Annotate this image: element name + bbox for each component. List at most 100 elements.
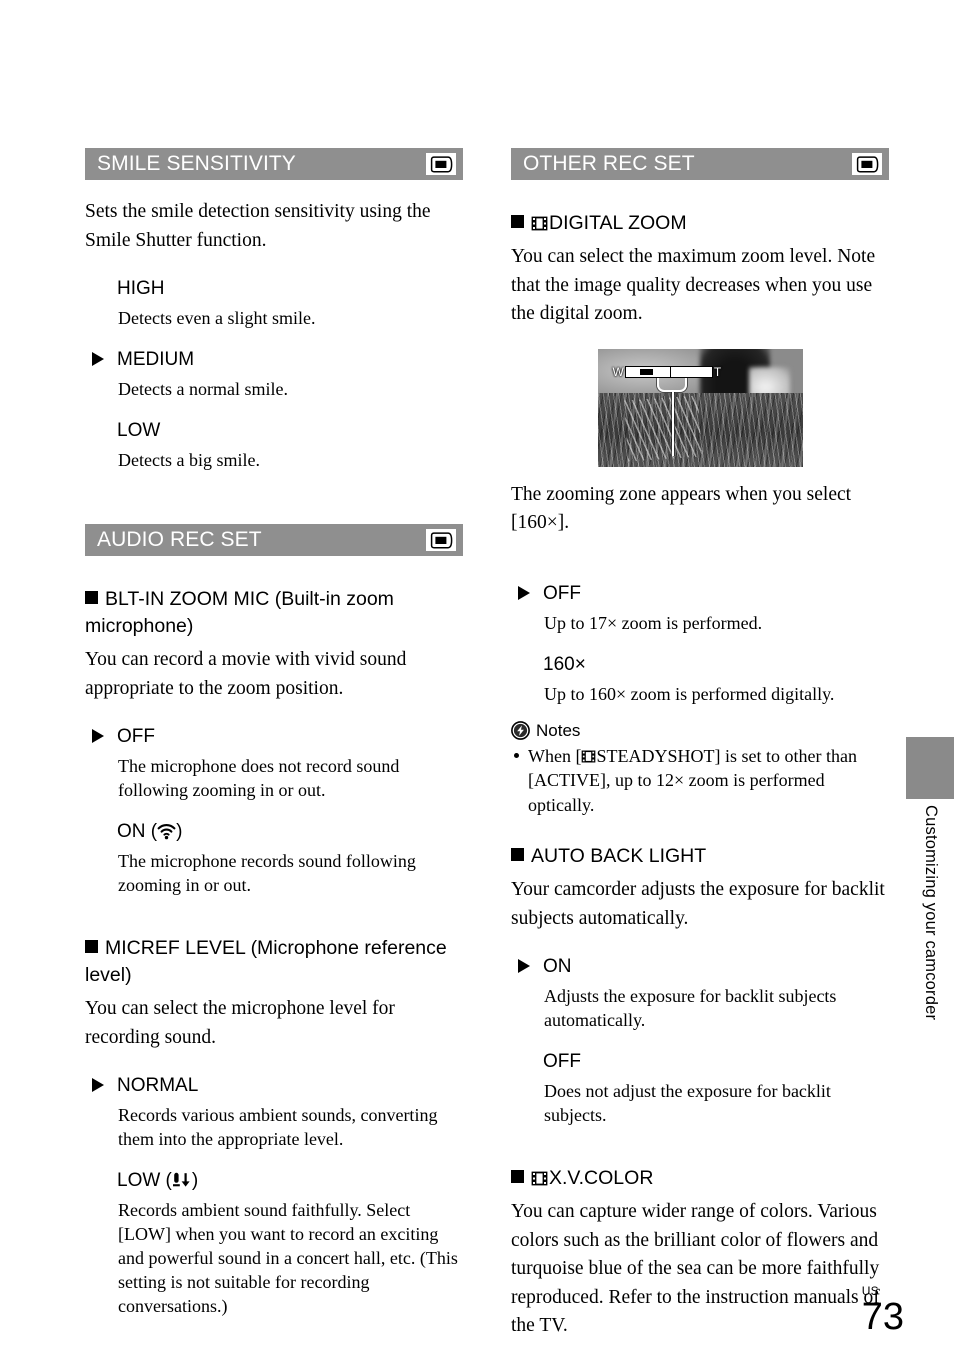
option-label: ON ( — [117, 821, 158, 842]
subsection-heading-text: BLT-IN ZOOM MIC (Built-in zoom microphon… — [85, 588, 394, 637]
zoom-bar-indicator — [639, 368, 653, 375]
subsection-heading-micref-level: MICREF LEVEL (Microphone reference level… — [85, 935, 463, 989]
subsection-heading-text: AUTO BACK LIGHT — [531, 845, 707, 867]
option-description: Adjusts the exposure for backlit subject… — [544, 986, 837, 1030]
option-label: LOW ( — [117, 1170, 172, 1191]
default-marker-triangle-icon — [92, 352, 104, 366]
option-auto-back-light-on: ON — [511, 953, 889, 980]
option-label: OFF — [117, 726, 155, 747]
side-tab-label: Customizing your camcorder — [922, 805, 940, 1021]
page-folio: US 73 — [862, 1285, 904, 1337]
option-blt-zoom-mic-on: ON ( ) — [85, 818, 463, 845]
subsection-intro-text: You can select the maximum zoom level. N… — [511, 246, 876, 324]
lcd-screen-illustration: W T — [597, 348, 803, 467]
subsection-heading-text: X.V.COLOR — [549, 1167, 654, 1189]
callout-leader-line — [671, 391, 674, 456]
manual-page: SMILE SENSITIVITY Sets the smile detecti… — [0, 0, 954, 1357]
option-label: LOW — [117, 420, 161, 441]
subsection-heading-xv-color: X.V.COLOR — [511, 1165, 889, 1192]
bullet-dot — [514, 752, 519, 758]
camcorder-display-icon — [852, 153, 882, 175]
option-label: OFF — [543, 1051, 581, 1072]
section-title: OTHER REC SET — [523, 151, 695, 175]
default-marker-triangle-icon — [92, 729, 104, 743]
black-square-bullet-icon — [85, 591, 98, 604]
default-marker-triangle-icon — [518, 959, 530, 973]
zoom-tele-label: T — [713, 364, 722, 379]
figure-caption: The zooming zone appears when you select… — [511, 483, 852, 534]
option-description: Detects even a slight smile. — [118, 308, 316, 328]
option-blt-zoom-mic-off: OFF — [85, 723, 463, 750]
section-header-other-rec-set: OTHER REC SET — [511, 148, 889, 180]
film-strip-icon — [531, 1171, 548, 1186]
camcorder-display-icon — [426, 529, 456, 551]
right-column: OTHER REC SET DIGITAL ZOOM You can selec… — [511, 148, 889, 1361]
note-item: When [ STEADYSHOT] is set to other than … — [511, 744, 889, 818]
default-marker-triangle-icon — [518, 585, 530, 600]
option-description: The microphone records sound following z… — [118, 851, 416, 895]
zoom-mic-icon — [157, 823, 176, 840]
option-description: Records various ambient sounds, converti… — [118, 1105, 438, 1149]
notes-heading: Notes — [511, 720, 889, 742]
subsection-heading-text: MICREF LEVEL (Microphone reference level… — [85, 937, 447, 986]
option-description: Detects a big smile. — [118, 450, 260, 470]
option-auto-back-light-off: OFF — [511, 1048, 889, 1075]
option-label: NORMAL — [117, 1075, 199, 1096]
film-strip-icon — [531, 216, 548, 231]
zoom-bar-track — [624, 365, 713, 378]
default-marker-triangle-icon — [92, 1078, 104, 1092]
option-description: The microphone does not record sound fol… — [118, 756, 400, 800]
section-title: AUDIO REC SET — [97, 527, 262, 551]
section-header-audio-rec-set: AUDIO REC SET — [85, 524, 463, 556]
section-intro-text: Sets the smile detection sensitivity usi… — [85, 201, 431, 251]
option-high: HIGH — [85, 275, 463, 302]
option-description: Does not adjust the exposure for backlit… — [544, 1081, 831, 1125]
black-square-bullet-icon — [511, 215, 524, 228]
mic-low-level-icon — [172, 1172, 192, 1189]
subsection-heading-digital-zoom: DIGITAL ZOOM — [511, 210, 889, 237]
subsection-heading-auto-back-light: AUTO BACK LIGHT — [511, 843, 889, 870]
subsection-intro-text: You can capture wider range of colors. V… — [511, 1201, 880, 1336]
zooming-zone-bracket — [656, 377, 687, 392]
subsection-heading-text: DIGITAL ZOOM — [549, 212, 687, 234]
notes-title: Notes — [536, 720, 581, 740]
option-description: Up to 160× zoom is performed digitally. — [544, 683, 835, 704]
film-strip-icon — [581, 750, 596, 763]
section-title: SMILE SENSITIVITY — [97, 151, 296, 175]
zoom-wide-label: W — [612, 364, 624, 379]
option-micref-normal: NORMAL — [85, 1072, 463, 1099]
figure-digital-zoom: W T — [511, 348, 889, 467]
option-digital-zoom-off: OFF — [511, 580, 889, 607]
option-label: MEDIUM — [117, 349, 195, 370]
camcorder-display-icon — [426, 153, 456, 175]
option-label: HIGH — [117, 278, 165, 299]
zoom-bar-divider — [669, 366, 671, 377]
left-column: SMILE SENSITIVITY Sets the smile detecti… — [85, 148, 463, 1334]
page-number: 73 — [861, 1296, 904, 1338]
subsection-intro-text: You can select the microphone level for … — [85, 998, 395, 1048]
subsection-intro-text: You can record a movie with vivid sound … — [85, 649, 407, 699]
option-label: 160× — [543, 653, 586, 675]
option-digital-zoom-160x: 160× — [511, 651, 889, 678]
option-label: ON — [543, 956, 572, 977]
option-description: Up to 17× zoom is performed. — [544, 612, 763, 633]
note-text-pre: When [ — [528, 745, 582, 766]
subsection-heading-blt-in-zoom-mic: BLT-IN ZOOM MIC (Built-in zoom microphon… — [85, 586, 463, 640]
side-tab-marker — [906, 737, 954, 799]
lightning-bolt-icon — [511, 721, 530, 740]
section-header-smile-sensitivity: SMILE SENSITIVITY — [85, 148, 463, 180]
option-description: Records ambient sound faithfully. Select… — [118, 1200, 458, 1316]
option-label: OFF — [543, 582, 581, 604]
option-description: Detects a normal smile. — [118, 379, 288, 399]
option-label-suffix: ) — [191, 1170, 199, 1191]
black-square-bullet-icon — [85, 940, 98, 953]
option-low: LOW — [85, 417, 463, 444]
option-micref-low: LOW ( ) — [85, 1167, 463, 1194]
